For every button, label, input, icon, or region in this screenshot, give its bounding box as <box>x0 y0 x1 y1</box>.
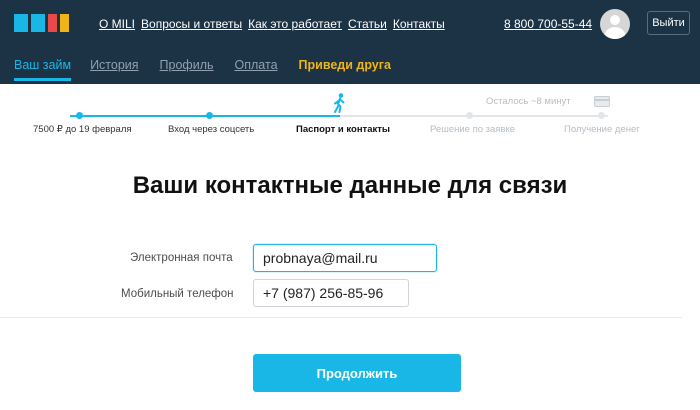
phone-field[interactable] <box>253 279 409 307</box>
email-label: Электронная почта <box>130 252 233 264</box>
user-icon <box>610 15 620 25</box>
page-title: Ваши контактные данные для связи <box>132 172 568 199</box>
progress-steps: Осталось ~8 минут 7500 ₽ до 19 февраля В… <box>0 84 700 144</box>
step-label-3: Паспорт и контакты <box>296 124 391 135</box>
nav-link-about[interactable]: О MILI <box>99 17 135 31</box>
mili-logo[interactable] <box>14 14 69 32</box>
tab-profile[interactable]: Профиль <box>160 58 214 72</box>
walking-person-icon <box>334 93 345 113</box>
step-label-1: 7500 ₽ до 19 февраля <box>33 124 132 135</box>
step-label-5: Получение денег <box>564 124 640 135</box>
continue-button[interactable]: Продолжить <box>253 354 461 392</box>
nav-link-articles[interactable]: Статьи <box>348 17 387 31</box>
tab-your-loan[interactable]: Ваш займ <box>14 58 72 81</box>
avatar[interactable] <box>600 9 630 39</box>
site-header: О MILI Вопросы и ответы Как это работает… <box>0 0 700 84</box>
phone-label: Мобильный телефон <box>121 288 234 300</box>
phone-link[interactable]: 8 800 700-55-44 <box>504 17 592 31</box>
bank-card-icon <box>594 96 610 107</box>
time-remaining: Осталось ~8 минут <box>486 96 571 107</box>
step-label-4: Решение по заявке <box>430 124 516 135</box>
step-dot-1 <box>76 112 83 119</box>
step-label-2: Вход через соцсеть <box>168 124 255 135</box>
step-dot-2 <box>206 112 213 119</box>
account-tabs: Ваш займ История Профиль Оплата Приведи … <box>14 58 391 81</box>
logout-button[interactable]: Выйти <box>647 11 690 35</box>
step-dot-4 <box>466 112 473 119</box>
tab-history[interactable]: История <box>90 58 138 72</box>
progress-line-done <box>70 115 340 117</box>
nav-link-how-it-works[interactable]: Как это работает <box>248 17 342 31</box>
step-dot-5 <box>598 112 605 119</box>
tab-refer-friend[interactable]: Приведи друга <box>299 58 391 72</box>
form-divider <box>0 317 682 318</box>
progress-line-pending <box>340 115 608 117</box>
top-nav: О MILI Вопросы и ответы Как это работает… <box>99 17 445 31</box>
nav-link-contacts[interactable]: Контакты <box>393 17 445 31</box>
tab-payment[interactable]: Оплата <box>235 58 278 72</box>
email-field[interactable] <box>253 244 437 272</box>
nav-link-faq[interactable]: Вопросы и ответы <box>141 17 242 31</box>
